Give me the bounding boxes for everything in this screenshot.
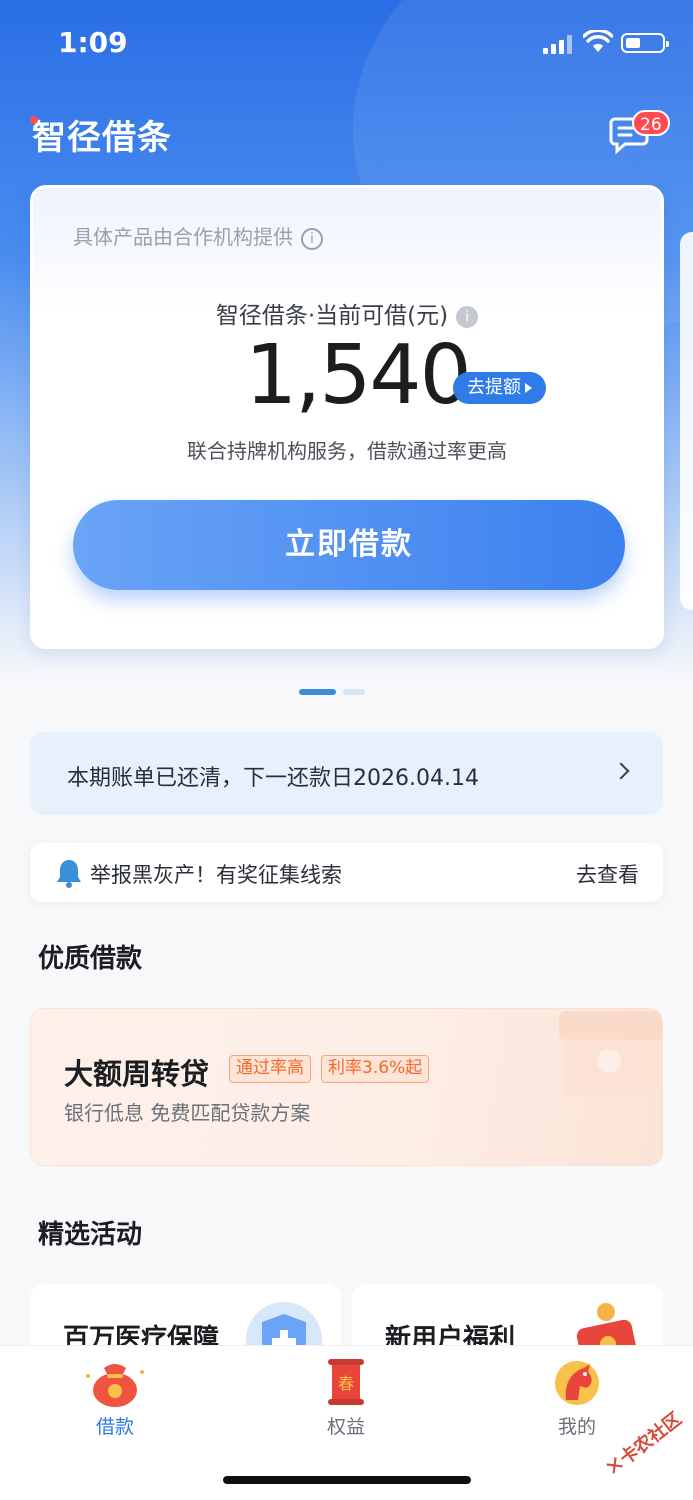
watermark-text: 卡农社区 xyxy=(616,1408,686,1470)
report-notice-text: 举报黑灰产！有奖征集线索 xyxy=(90,863,342,887)
credit-limit-card: 具体产品由合作机构提供 i 智径借条·当前可借(元) i 1,540 去提额 联合持… xyxy=(30,185,664,649)
svg-text:春: 春 xyxy=(338,1374,354,1393)
loan-product-name: 大额周转贷 xyxy=(64,1057,210,1091)
storefront-icon xyxy=(559,1011,662,1095)
loan-product-card[interactable]: 大额周转贷 通过率高 利率3.6%起 银行低息 免费匹配贷款方案 xyxy=(30,1008,663,1166)
loan-tag: 通过率高 xyxy=(229,1055,311,1083)
provider-note: 具体产品由合作机构提供 i xyxy=(73,221,323,250)
info-icon[interactable]: i xyxy=(301,227,323,250)
app-title-text: 智径借条 xyxy=(32,118,172,158)
provider-note-text: 具体产品由合作机构提供 xyxy=(73,225,293,249)
cellular-signal-icon xyxy=(543,34,573,54)
home-indicator[interactable] xyxy=(223,1476,471,1484)
activities-title: 精选活动 xyxy=(38,1220,143,1250)
app-title: 智径借条 xyxy=(30,110,172,159)
view-link[interactable]: 去查看 xyxy=(576,859,639,889)
battery-icon xyxy=(621,33,669,53)
raise-limit-label: 去提额 xyxy=(467,377,521,398)
available-amount: 1,540 xyxy=(245,328,472,423)
wifi-icon xyxy=(583,30,613,52)
report-notice-bar[interactable]: 举报黑灰产！有奖征集线索 去查看 xyxy=(30,843,663,902)
service-note: 联合持牌机构服务，借款通过率更高 xyxy=(187,439,507,463)
loan-product-description: 银行低息 免费匹配贷款方案 xyxy=(64,1101,311,1125)
borrow-now-button[interactable]: 立即借款 xyxy=(73,500,625,590)
carousel-dot-active xyxy=(299,689,336,695)
tab-label: 权益 xyxy=(326,1416,365,1438)
next-card-peek[interactable] xyxy=(680,232,693,610)
limit-label: 智径借条·当前可借(元) i xyxy=(33,296,661,330)
play-arrow-icon xyxy=(525,383,532,393)
tab-label: 借款 xyxy=(95,1416,134,1438)
raise-limit-button[interactable]: 去提额 xyxy=(453,372,546,404)
limit-label-text: 智径借条·当前可借(元) xyxy=(215,303,449,329)
limit-info-icon[interactable]: i xyxy=(456,305,479,328)
bell-icon xyxy=(57,860,81,888)
message-count-badge: 26 xyxy=(632,110,670,136)
money-bag-icon xyxy=(86,1364,144,1407)
title-accent-dot xyxy=(30,116,38,124)
loan-tag: 利率3.6%起 xyxy=(321,1055,430,1083)
scroll-icon: 春 xyxy=(328,1359,364,1405)
status-bar: 1:09 xyxy=(0,0,693,88)
quality-loans-title: 优质借款 xyxy=(38,944,143,974)
bill-status-bar[interactable]: 本期账单已还清，下一还款日2026.04.14 xyxy=(30,732,663,815)
horse-icon xyxy=(555,1361,599,1405)
bill-status-text: 本期账单已还清，下一还款日2026.04.14 xyxy=(67,766,479,791)
status-time: 1:09 xyxy=(58,26,128,59)
tab-benefits[interactable]: 春 权益 xyxy=(286,1356,406,1456)
chevron-right-icon xyxy=(612,762,630,780)
tab-loan[interactable]: 借款 xyxy=(55,1356,175,1456)
carousel-dot xyxy=(343,689,365,695)
